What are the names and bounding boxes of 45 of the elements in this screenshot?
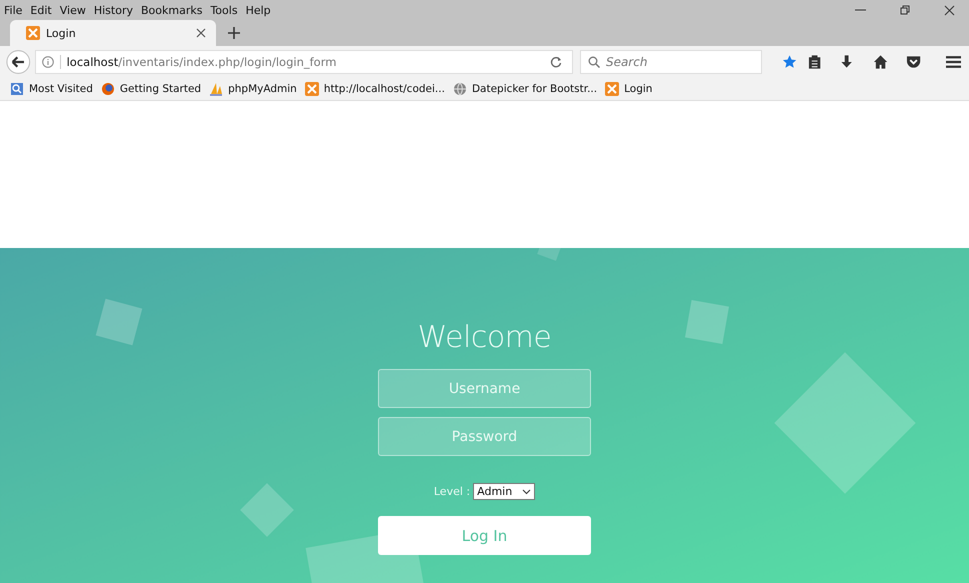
menu-item[interactable]: Edit (30, 4, 52, 16)
reload-icon[interactable] (550, 56, 562, 68)
password-field[interactable]: Password (378, 417, 591, 456)
sailboat-icon (209, 82, 224, 96)
menu-item[interactable]: Help (246, 4, 271, 16)
restore-icon[interactable] (900, 5, 910, 15)
back-icon[interactable] (6, 49, 31, 75)
bookmark-item[interactable]: http://localhost/codei... (304, 82, 445, 96)
address-field[interactable]: localhost/inventaris/index.php/login/login_form (34, 50, 573, 74)
bookmark-item[interactable]: phpMyAdmin (209, 82, 297, 96)
browser-tab[interactable]: Login (10, 20, 216, 46)
pocket-icon[interactable] (906, 55, 921, 69)
globe-icon (452, 82, 467, 96)
username-field[interactable]: Username (378, 369, 591, 408)
home-icon[interactable] (872, 54, 888, 70)
bookmark-item[interactable]: Most Visited (10, 82, 93, 96)
menu-item[interactable]: View (60, 4, 86, 16)
menu-item[interactable]: History (94, 4, 133, 16)
search-field[interactable]: Search (580, 50, 762, 74)
welcome-heading: Welcome (418, 320, 552, 355)
star-icon[interactable] (782, 54, 798, 70)
new-tab-icon[interactable] (228, 27, 240, 39)
bookmark-item[interactable]: Login (605, 82, 652, 96)
search-icon (588, 56, 600, 68)
bookmark-item[interactable]: Datepicker for Bootstr... (452, 82, 598, 96)
menu-item[interactable]: File (4, 4, 22, 16)
info-icon (42, 56, 54, 68)
clipboard-icon[interactable] (808, 54, 822, 70)
minimize-icon[interactable] (855, 9, 866, 11)
caret-icon (522, 488, 532, 494)
level-label: Level : (434, 485, 470, 498)
bookmark-item[interactable]: Getting Started (100, 82, 202, 96)
close-icon[interactable] (944, 4, 955, 16)
menu-item[interactable]: Tools (210, 4, 238, 16)
xampp-icon (304, 82, 319, 96)
globe-icon (100, 82, 115, 96)
menu-icon[interactable] (946, 55, 962, 69)
level-dropdown[interactable]: Admin (473, 483, 536, 500)
tab-title: Login (46, 26, 76, 40)
menu-item[interactable]: Bookmarks (140, 4, 202, 16)
url-text: localhost/inventaris/index.php/login/login_form (60, 55, 544, 69)
xampp-icon (605, 82, 620, 96)
xampp-icon (26, 26, 40, 40)
download-icon[interactable] (840, 54, 854, 70)
close-icon[interactable] (196, 28, 206, 38)
